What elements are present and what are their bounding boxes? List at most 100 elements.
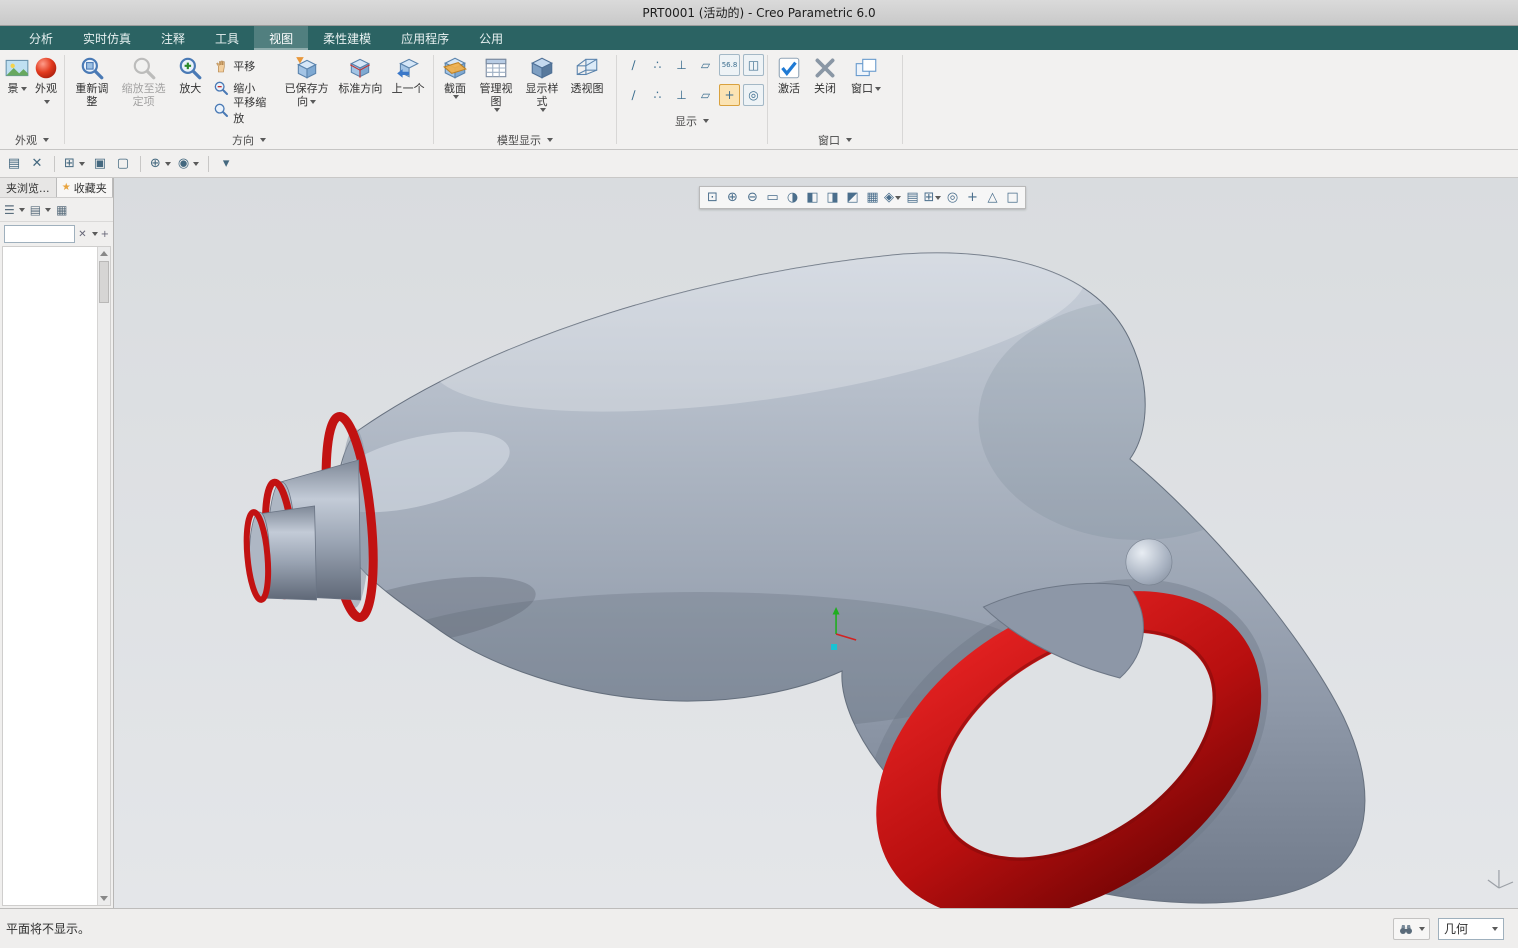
toggle-axis-display[interactable]: ∕ [623,54,644,76]
group-label-show[interactable]: 显示 [617,112,767,130]
previous-view-button[interactable]: 上一个 [386,53,430,97]
scroll-down-arrow[interactable] [98,892,110,905]
monitor-icon[interactable]: ▢ [113,154,133,174]
group-label-appearance[interactable]: 外观 [0,131,64,149]
tab-favorites[interactable]: ★ 收藏夹 [55,178,113,197]
close-icon[interactable]: ✕ [27,154,47,174]
group-label-window[interactable]: 窗口 [768,131,902,149]
search-add-icon[interactable]: + [101,229,109,240]
gt-zoom-window-icon[interactable]: ⊡ [703,188,722,207]
find-button[interactable] [1393,917,1430,940]
gt-annotation-display-icon[interactable]: ◎ [943,188,962,207]
tree-empty-area[interactable] [3,247,97,905]
gt-shading-icon[interactable]: ◨ [823,188,842,207]
display-style-icon [529,55,555,81]
selection-filter-combo[interactable]: 几何 [1438,917,1504,940]
group-label-model-display[interactable]: 模型显示 [434,131,616,149]
gt-spin-center-icon[interactable]: + [963,188,982,207]
ribbon-group-model-display: 截面 管理视图 显示样式 透视图 模型显示 [434,50,616,149]
appearance-filter-icon[interactable]: ◉ [176,154,201,174]
tree-search-input[interactable] [4,225,76,243]
display-style-button[interactable]: 显示样式 [519,53,565,114]
model-tree-icon[interactable]: ☰ [4,203,25,217]
gt-saved-orientations-icon[interactable]: ◈ [883,188,902,207]
tab-applications[interactable]: 应用程序 [386,26,464,50]
toolbar-overflow-icon[interactable]: ▾ [216,154,236,174]
toggle-point-display[interactable]: ∴ [647,54,668,76]
tab-flexible-modeling[interactable]: 柔性建模 [308,26,386,50]
tab-annotate[interactable]: 注释 [146,26,200,50]
gt-zoom-out-icon[interactable]: ⊖ [743,188,762,207]
manage-views-button[interactable]: 管理视图 [473,53,519,114]
toggle-tag-display[interactable]: ◫ [743,54,764,76]
activate-button[interactable]: 激活 [771,53,807,97]
tab-folder-browser[interactable]: 夹浏览... [0,178,56,197]
gt-wireframe-icon[interactable]: ▦ [863,188,882,207]
toggle-plane-display[interactable]: ▱ [695,54,716,76]
toggle-plane-tag-display[interactable]: ▱ [695,84,716,106]
close-window-button[interactable]: 关闭 [807,53,843,97]
list-view-icon[interactable]: ▤ [30,203,52,217]
navigator-toggle-icon[interactable]: ▤ [4,154,24,174]
gt-orientation-mode-icon[interactable]: △ [983,188,1002,207]
ribbon-group-orientation: 重新调整 缩放至选定项 放大 平移 缩小 平移缩放 已保存方向 标准方向 上一个… [65,50,433,149]
zoom-in-button[interactable]: 放大 [171,53,209,97]
gt-zoom-in-icon[interactable]: ⊕ [723,188,742,207]
scene-button[interactable]: 景 [3,53,31,97]
refit-button[interactable]: 重新调整 [68,53,116,110]
scroll-thumb[interactable] [99,261,109,303]
new-window-icon[interactable]: ⊞ [62,154,87,174]
in-graphics-toolbar: ⊡ ⊕ ⊖ ▭ ◑ ◧ ◨ ◩ ▦ ◈ ▤ ⊞ ◎ + △ □ [699,186,1026,209]
graphics-viewport[interactable]: ⊡ ⊕ ⊖ ▭ ◑ ◧ ◨ ◩ ▦ ◈ ▤ ⊞ ◎ + △ □ [114,178,1518,908]
pan-button[interactable]: 平移 [211,56,277,75]
part-button-sphere[interactable] [1125,538,1173,586]
pan-zoom-button[interactable]: 平移缩放 [211,96,277,125]
ribbon-group-window: 激活 关闭 窗口 窗口 [768,50,902,149]
saved-orientations-button[interactable]: 已保存方向 [279,53,335,110]
tab-view[interactable]: 视图 [254,26,309,50]
windows-button[interactable]: 窗口 [843,53,889,97]
gt-refit-icon[interactable]: ▭ [763,188,782,207]
repaint-icon[interactable]: ▣ [90,154,110,174]
scroll-up-arrow[interactable] [98,247,110,260]
perspective-button[interactable]: 透视图 [565,53,609,97]
quick-toolbar: ▤ ✕ ⊞ ▣ ▢ ⊕ ◉ ▾ [0,150,1518,178]
toggle-point-tag-display[interactable]: ∴ [647,84,668,106]
tab-tools[interactable]: 工具 [200,26,254,50]
refit-icon [79,55,105,81]
search-options-caret[interactable] [91,232,98,236]
perspective-icon [574,55,600,81]
navigator-tree [2,246,111,906]
gt-screenshot-icon[interactable]: □ [1003,188,1022,207]
toggle-axis-tag-display[interactable]: ∕ [623,84,644,106]
gt-view-manager-icon[interactable]: ▤ [903,188,922,207]
toggle-spin-center-display[interactable]: + [719,84,740,106]
navigator-tabs: 夹浏览... ★ 收藏夹 [0,178,113,198]
toggle-csys-display[interactable]: ⊥ [671,54,692,76]
tab-analysis[interactable]: 分析 [14,26,68,50]
search-clear-icon[interactable]: ✕ [78,229,86,240]
toggle-annotation-display[interactable]: ◎ [743,84,764,106]
toggle-csys-tag-display[interactable]: ⊥ [671,84,692,106]
manage-views-icon [483,55,509,81]
navigator-panel: 夹浏览... ★ 收藏夹 ☰ ▤ ▦ ✕ + [0,178,114,908]
sections-button[interactable]: 截面 [437,53,473,101]
csys-display-icon[interactable]: ⊕ [148,154,173,174]
tab-common[interactable]: 公用 [464,26,518,50]
previous-view-icon [395,55,421,81]
navigator-scrollbar [97,247,110,905]
appearances-button[interactable]: 外观 [31,53,61,110]
gt-no-hidden-icon[interactable]: ◩ [843,188,862,207]
group-label-orientation[interactable]: 方向 [65,131,433,149]
3d-model-canvas[interactable] [114,178,1518,908]
tree-columns-icon[interactable]: ▦ [56,203,67,217]
gt-repaint-icon[interactable]: ◑ [783,188,802,207]
gt-shade-with-edges-icon[interactable]: ◧ [803,188,822,207]
standard-orientation-button[interactable]: 标准方向 [335,53,387,97]
gt-datum-display-filters-icon[interactable]: ⊞ [923,188,942,207]
navigator-toolbar: ☰ ▤ ▦ [0,198,113,222]
zoom-to-selected-button[interactable]: 缩放至选定项 [116,53,172,110]
toggle-dim-display[interactable]: 56.8 [719,54,740,76]
tab-live-simulation[interactable]: 实时仿真 [68,26,146,50]
orientation-small-buttons: 平移 缩小 平移缩放 [209,53,279,125]
